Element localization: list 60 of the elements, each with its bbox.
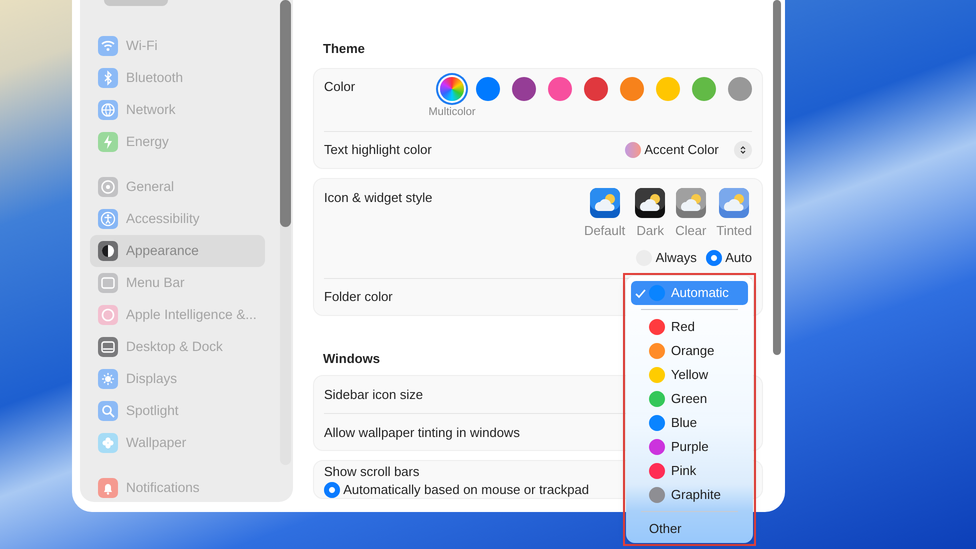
- menu-item[interactable]: Blue: [631, 411, 748, 435]
- sidebar-item[interactable]: Desktop & Dock: [90, 331, 265, 363]
- stepper-icon[interactable]: [734, 140, 752, 158]
- gradient-dot-icon: [625, 142, 642, 158]
- swatch-label: Multicolor: [428, 104, 476, 120]
- radio-label: Automatically based on mouse or trackpad: [343, 482, 589, 498]
- menu-item[interactable]: Green: [631, 387, 748, 411]
- sidebar-item[interactable]: Appearance: [90, 235, 265, 267]
- section-heading: Theme: [322, 40, 366, 58]
- color-swatch[interactable]: [620, 76, 644, 100]
- menu-item[interactable]: Orange: [631, 339, 748, 363]
- cloud-sun-icon[interactable]: [635, 188, 666, 218]
- setting-label: Sidebar icon size: [324, 386, 423, 404]
- checkmark-icon: [635, 288, 646, 300]
- scrollbar-thumb[interactable]: [280, 0, 291, 227]
- setting-label: Color: [324, 78, 356, 96]
- style-label: Tinted: [716, 222, 752, 240]
- sidebar-item[interactable]: Network: [90, 94, 265, 126]
- color-swatch[interactable]: [440, 76, 464, 100]
- radio-button[interactable]: [324, 482, 340, 498]
- menu-item[interactable]: Automatic: [631, 281, 748, 305]
- menu-item[interactable]: Red: [631, 315, 748, 339]
- color-swatch[interactable]: [656, 76, 680, 100]
- sidebar-item[interactable]: Displays: [90, 363, 265, 395]
- radio-label: Auto: [725, 249, 752, 268]
- color-swatch[interactable]: [584, 76, 608, 100]
- sidebar-item[interactable]: General: [90, 171, 265, 203]
- sidebar-item[interactable]: Notifications: [90, 472, 265, 504]
- avatar: [104, 0, 168, 6]
- sidebar-item[interactable]: Accessibility: [90, 203, 265, 235]
- popup-button[interactable]: Accent Color: [644, 140, 719, 160]
- menu-item[interactable]: Pink: [631, 459, 748, 483]
- sidebar-item[interactable]: Wallpaper: [90, 427, 265, 459]
- scrollbar-thumb[interactable]: [773, 0, 781, 355]
- setting-label: Allow wallpaper tinting in windows: [324, 424, 520, 442]
- sidebar-item[interactable]: Bluetooth: [90, 62, 265, 94]
- setting-label: Show scroll bars: [324, 464, 420, 480]
- style-label: Dark: [636, 222, 664, 240]
- style-label: Clear: [675, 222, 706, 240]
- sidebar-item[interactable]: Apple Intelligence &...: [90, 299, 265, 331]
- setting-label: Text highlight color: [324, 140, 432, 159]
- setting-label: Folder color: [324, 288, 393, 306]
- menu-item[interactable]: Graphite: [631, 483, 748, 507]
- menu-item[interactable]: Purple: [631, 435, 748, 459]
- color-swatch[interactable]: [476, 76, 500, 100]
- color-swatch[interactable]: [692, 76, 716, 100]
- sidebar-item[interactable]: Energy: [90, 126, 265, 158]
- color-swatch[interactable]: [548, 76, 572, 100]
- sidebar-item[interactable]: Wi-Fi: [90, 30, 265, 62]
- menu-item[interactable]: Other: [631, 517, 748, 541]
- radio-label: Always: [656, 249, 697, 268]
- color-swatch[interactable]: [728, 76, 752, 100]
- style-label: Default: [584, 222, 626, 240]
- sidebar-item[interactable]: Spotlight: [90, 395, 265, 427]
- section-heading: Windows: [322, 350, 381, 368]
- menu-item[interactable]: Yellow: [631, 363, 748, 387]
- color-swatch[interactable]: [512, 76, 536, 100]
- radio-button[interactable]: [706, 250, 722, 266]
- sidebar-item[interactable]: Menu Bar: [90, 267, 265, 299]
- setting-label: Icon & widget style: [324, 188, 432, 207]
